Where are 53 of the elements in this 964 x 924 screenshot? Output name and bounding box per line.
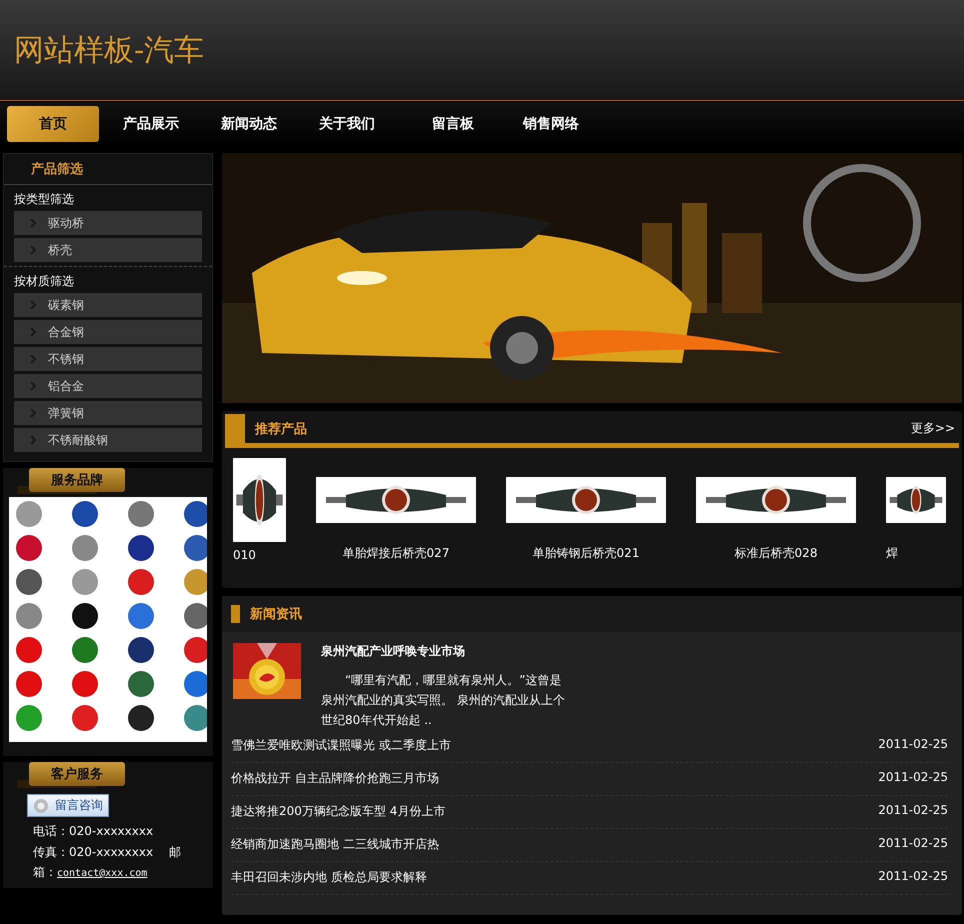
filter-item[interactable]: 桥壳: [14, 238, 202, 262]
email-link[interactable]: contact@xxx.com: [57, 868, 148, 879]
news-date: 2011-02-25: [878, 737, 948, 753]
contact-text: 传真：020-xxxxxxxx 邮箱：contact@xxx.com: [32, 844, 182, 881]
filter-item[interactable]: 弹簧钢: [14, 401, 202, 425]
more-link[interactable]: 更多>>: [910, 420, 955, 437]
nav-tab[interactable]: 关于我们: [301, 106, 393, 142]
filter-item[interactable]: 不锈耐酸钢: [14, 428, 202, 452]
filter-item[interactable]: 合金钢: [14, 320, 202, 344]
product-name[interactable]: 单胎铸钢后桥壳021: [532, 545, 640, 562]
panel-title: 产品筛选: [4, 154, 212, 185]
news-date: 2011-02-25: [878, 803, 948, 819]
nav-tab[interactable]: 留言板: [407, 106, 499, 142]
news-date: 2011-02-25: [878, 869, 948, 885]
product-name[interactable]: 标准后桥壳028: [734, 545, 818, 562]
chevron-icon: [30, 245, 36, 255]
site-title: 网站样板-汽车: [14, 32, 204, 70]
news-date: 2011-02-25: [878, 836, 948, 852]
news-link[interactable]: 捷达将推200万辆纪念版车型 4月份上市: [231, 803, 446, 820]
nav-tab[interactable]: 销售网络: [505, 106, 597, 142]
news-headline[interactable]: 泉州汽配产业呼唤专业市场: [321, 643, 571, 660]
news-summary: “哪里有汽配，哪里就有泉州人。”这曾是泉州汽配业的真实写照。 泉州的汽配业从上个世纪80年代开始起 ..: [321, 672, 566, 729]
chevron-icon: [30, 300, 36, 310]
ribbon-title: 客户服务: [29, 762, 125, 786]
nav-tab[interactable]: 产品展示: [105, 106, 197, 142]
filter-item[interactable]: 铝合金: [14, 374, 202, 398]
nav-tab[interactable]: 新闻动态: [203, 106, 295, 142]
news-link[interactable]: 雪佛兰爱唯欧测试谍照曝光 或二季度上市: [231, 737, 451, 754]
product-name[interactable]: 焊: [886, 545, 898, 562]
group-heading: 按材质筛选: [13, 273, 75, 290]
filter-item[interactable]: 碳素钢: [14, 293, 202, 317]
chevron-icon: [30, 435, 36, 445]
chevron-icon: [30, 354, 36, 364]
product-name[interactable]: 单胎焊接后桥壳027: [342, 545, 450, 562]
news-link[interactable]: 价格战拉开 自主品牌降价抢跑三月市场: [231, 770, 439, 787]
chevron-icon: [30, 327, 36, 337]
product-name[interactable]: 010: [233, 548, 256, 562]
chevron-icon: [30, 218, 36, 228]
news-date: 2011-02-25: [878, 770, 948, 786]
filter-item[interactable]: 驱动桥: [14, 211, 202, 235]
news-link[interactable]: 丰田召回未涉内地 质检总局要求解释: [231, 869, 427, 886]
group-heading: 按类型筛选: [13, 191, 75, 208]
news-link[interactable]: 经销商加速跑马圈地 二三线城市开店热: [231, 836, 439, 853]
filter-item[interactable]: 不锈钢: [14, 347, 202, 371]
accent-bar: [231, 605, 240, 623]
nav-tab[interactable]: 首页: [7, 106, 99, 142]
message-button[interactable]: 留言咨询: [27, 794, 109, 817]
phone-text: 电话：020-xxxxxxxx: [33, 823, 154, 840]
chevron-icon: [30, 408, 36, 418]
ribbon-title: 服务品牌: [29, 468, 125, 492]
chat-icon: [33, 798, 49, 814]
chevron-icon: [30, 381, 36, 391]
section-title: 新闻资讯: [250, 606, 302, 623]
